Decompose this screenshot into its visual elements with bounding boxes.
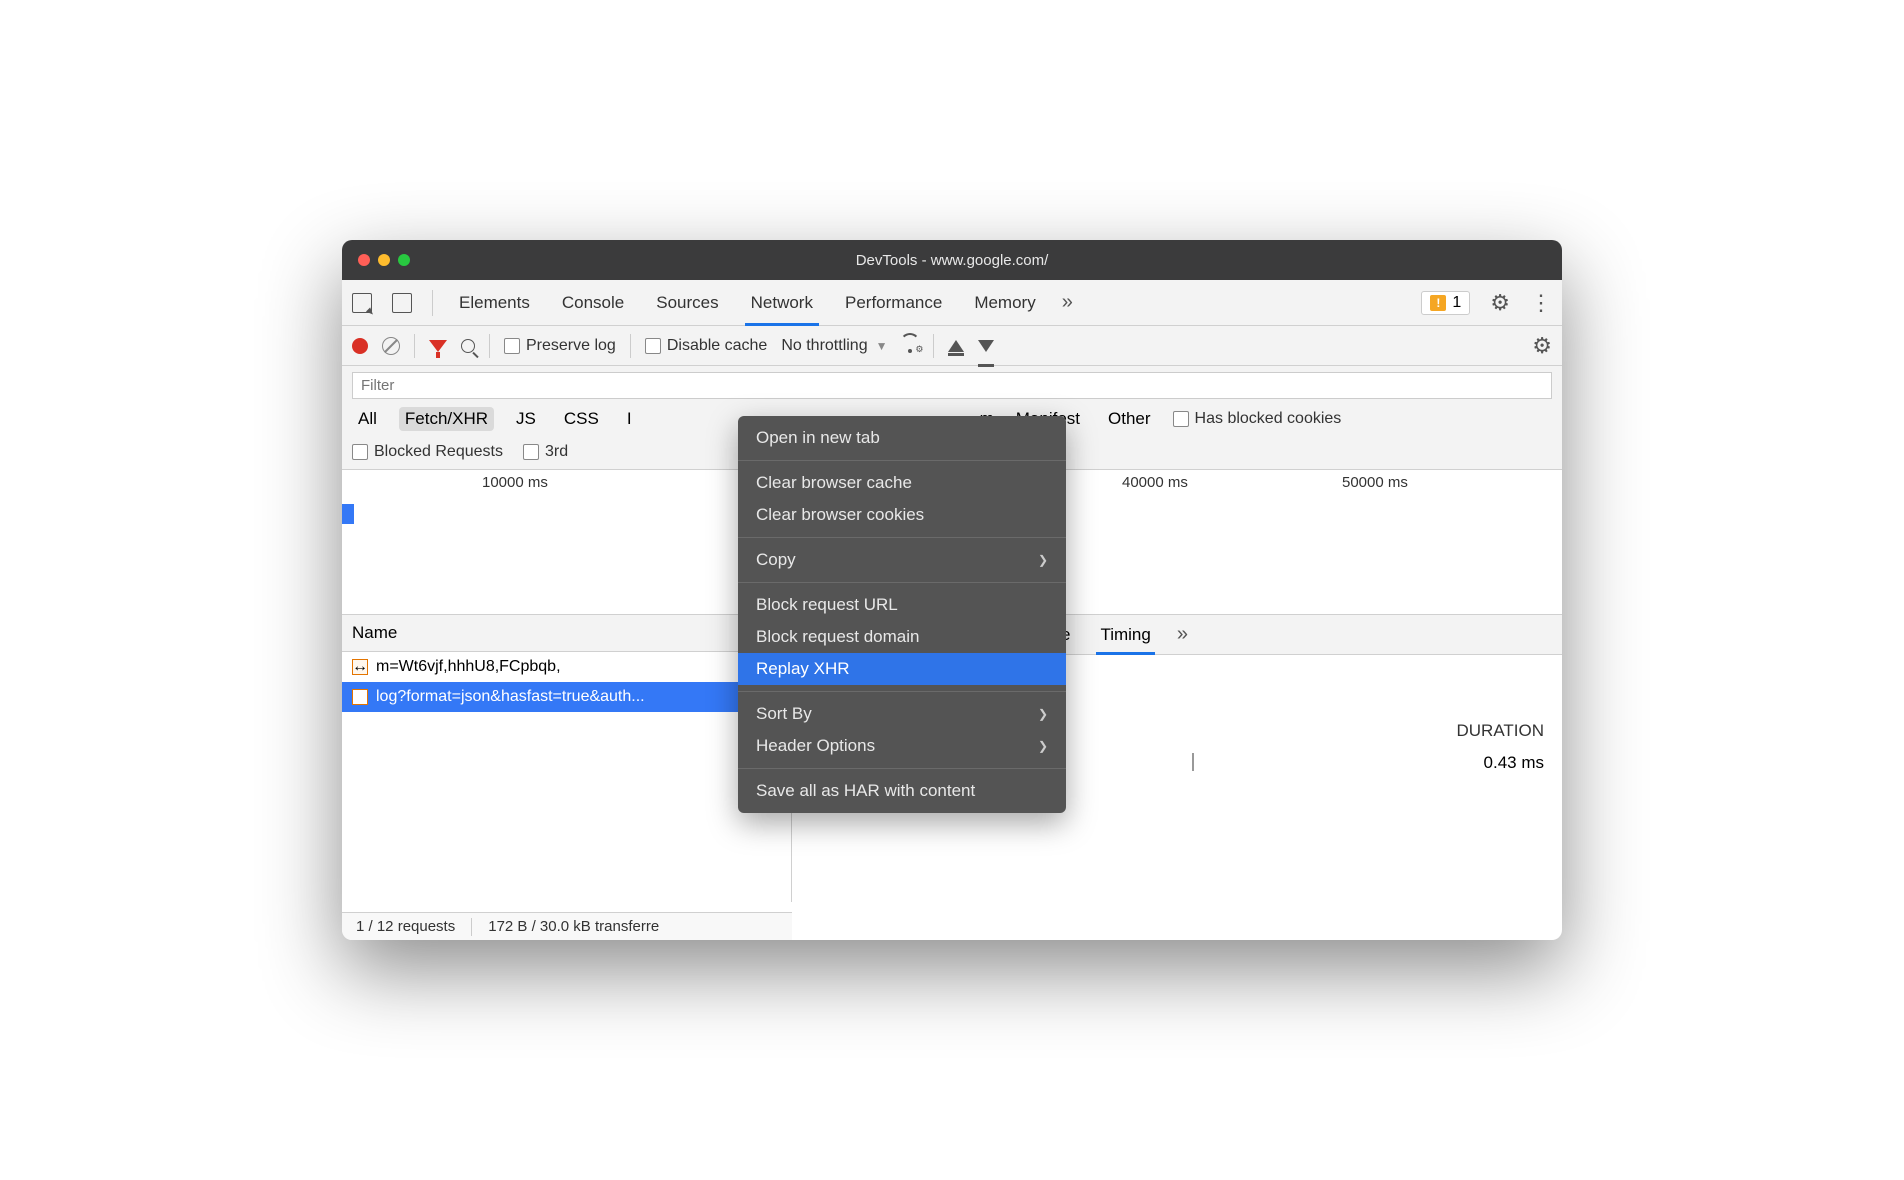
context-menu: Open in new tab Clear browser cache Clea… bbox=[738, 416, 1066, 813]
clear-button[interactable] bbox=[382, 337, 400, 355]
throttling-value: No throttling bbox=[781, 337, 867, 355]
inspect-element-icon[interactable] bbox=[352, 293, 372, 313]
disable-cache-checkbox[interactable]: Disable cache bbox=[645, 337, 768, 355]
menu-block-url[interactable]: Block request URL bbox=[738, 589, 1066, 621]
time-label-50000: 50000 ms bbox=[1342, 474, 1408, 491]
status-requests: 1 / 12 requests bbox=[356, 918, 455, 935]
time-label-40000: 40000 ms bbox=[1122, 474, 1188, 491]
tab-sources[interactable]: Sources bbox=[650, 282, 724, 324]
filter-fetch-xhr[interactable]: Fetch/XHR bbox=[399, 407, 494, 431]
preserve-log-checkbox[interactable]: Preserve log bbox=[504, 337, 616, 355]
menu-save-har[interactable]: Save all as HAR with content bbox=[738, 775, 1066, 807]
import-har-icon[interactable] bbox=[948, 340, 964, 352]
filter-toggle-icon[interactable] bbox=[429, 340, 447, 352]
third-party-checkbox[interactable]: 3rd bbox=[523, 443, 568, 461]
maximize-window-button[interactable] bbox=[398, 254, 410, 266]
blocked-requests-label: Blocked Requests bbox=[374, 443, 503, 461]
filter-img-truncated[interactable]: I bbox=[621, 407, 638, 431]
checkbox-icon bbox=[645, 338, 661, 354]
request-row-selected[interactable]: log?format=json&hasfast=true&auth... bbox=[342, 682, 791, 712]
checkbox-icon bbox=[523, 444, 539, 460]
filter-input[interactable] bbox=[352, 372, 1552, 399]
tab-memory[interactable]: Memory bbox=[968, 282, 1041, 324]
throttling-select[interactable]: No throttling ▼ bbox=[781, 337, 887, 355]
titlebar: DevTools - www.google.com/ bbox=[342, 240, 1562, 280]
device-emulation-icon[interactable] bbox=[392, 293, 412, 313]
time-label-10000: 10000 ms bbox=[482, 474, 548, 491]
duration-label: DURATION bbox=[1456, 721, 1544, 741]
preserve-log-label: Preserve log bbox=[526, 337, 616, 355]
menu-header-options[interactable]: Header Options ❯ bbox=[738, 730, 1066, 762]
has-blocked-cookies-label: Has blocked cookies bbox=[1195, 410, 1342, 428]
warning-icon: ! bbox=[1430, 295, 1446, 311]
checkbox-icon bbox=[352, 444, 368, 460]
minimize-window-button[interactable] bbox=[378, 254, 390, 266]
disable-cache-label: Disable cache bbox=[667, 337, 768, 355]
chevron-right-icon: ❯ bbox=[1038, 739, 1048, 753]
window-title: DevTools - www.google.com/ bbox=[856, 252, 1049, 269]
chevron-right-icon: ❯ bbox=[1038, 707, 1048, 721]
menu-clear-cache[interactable]: Clear browser cache bbox=[738, 467, 1066, 499]
request-type-icon bbox=[352, 689, 368, 705]
request-name: m=Wt6vjf,hhhU8,FCpbqb, bbox=[376, 658, 561, 676]
menu-block-domain[interactable]: Block request domain bbox=[738, 621, 1066, 653]
issues-count: 1 bbox=[1452, 294, 1461, 312]
tab-timing[interactable]: Timing bbox=[1096, 616, 1154, 654]
filter-js[interactable]: JS bbox=[510, 407, 542, 431]
request-list: ↔ m=Wt6vjf,hhhU8,FCpbqb, log?format=json… bbox=[342, 652, 791, 902]
chevron-right-icon: ❯ bbox=[1038, 553, 1048, 567]
filter-css[interactable]: CSS bbox=[558, 407, 605, 431]
chevron-down-icon: ▼ bbox=[876, 339, 888, 353]
issues-badge[interactable]: ! 1 bbox=[1421, 291, 1470, 315]
network-conditions-icon[interactable]: ⚙ bbox=[901, 339, 919, 353]
separator bbox=[432, 290, 433, 316]
devtools-window: DevTools - www.google.com/ Elements Cons… bbox=[342, 240, 1562, 940]
request-type-icon: ↔ bbox=[352, 659, 368, 675]
main-tabs: Elements Console Sources Network Perform… bbox=[342, 280, 1562, 326]
network-toolbar: Preserve log Disable cache No throttling… bbox=[342, 326, 1562, 366]
search-icon[interactable] bbox=[461, 339, 475, 353]
settings-icon[interactable]: ⚙ bbox=[1490, 290, 1510, 316]
tab-network[interactable]: Network bbox=[745, 282, 819, 324]
menu-clear-cookies[interactable]: Clear browser cookies bbox=[738, 499, 1066, 531]
menu-replay-xhr[interactable]: Replay XHR bbox=[738, 653, 1066, 685]
filter-other[interactable]: Other bbox=[1102, 407, 1157, 431]
queueing-bar bbox=[1192, 753, 1194, 771]
checkbox-icon bbox=[504, 338, 520, 354]
more-detail-tabs-icon[interactable]: » bbox=[1177, 623, 1188, 646]
close-window-button[interactable] bbox=[358, 254, 370, 266]
name-column-header[interactable]: Name bbox=[342, 615, 791, 652]
queueing-duration: 0.43 ms bbox=[1484, 753, 1544, 773]
export-har-icon[interactable] bbox=[978, 340, 994, 352]
menu-copy[interactable]: Copy ❯ bbox=[738, 544, 1066, 576]
request-name: log?format=json&hasfast=true&auth... bbox=[376, 688, 645, 706]
tab-console[interactable]: Console bbox=[556, 282, 630, 324]
third-party-label: 3rd bbox=[545, 443, 568, 461]
tab-performance[interactable]: Performance bbox=[839, 282, 948, 324]
filter-row bbox=[342, 366, 1562, 399]
statusbar: 1 / 12 requests 172 B / 30.0 kB transfer… bbox=[342, 912, 792, 940]
checkbox-icon bbox=[1173, 411, 1189, 427]
has-blocked-cookies-checkbox[interactable]: Has blocked cookies bbox=[1173, 410, 1342, 428]
menu-open-new-tab[interactable]: Open in new tab bbox=[738, 422, 1066, 454]
timeline-selection[interactable] bbox=[342, 504, 354, 524]
tab-elements[interactable]: Elements bbox=[453, 282, 536, 324]
kebab-menu-icon[interactable]: ⋮ bbox=[1530, 290, 1552, 316]
blocked-requests-checkbox[interactable]: Blocked Requests bbox=[352, 443, 503, 461]
status-transferred: 172 B / 30.0 kB transferre bbox=[488, 918, 659, 935]
request-row[interactable]: ↔ m=Wt6vjf,hhhU8,FCpbqb, bbox=[342, 652, 791, 682]
request-list-pane: Name ↔ m=Wt6vjf,hhhU8,FCpbqb, log?format… bbox=[342, 615, 792, 902]
record-button[interactable] bbox=[352, 338, 368, 354]
menu-sort-by[interactable]: Sort By ❯ bbox=[738, 698, 1066, 730]
more-tabs-icon[interactable]: » bbox=[1062, 291, 1073, 314]
network-settings-icon[interactable]: ⚙ bbox=[1532, 333, 1552, 359]
traffic-lights bbox=[358, 254, 410, 266]
filter-all[interactable]: All bbox=[352, 407, 383, 431]
